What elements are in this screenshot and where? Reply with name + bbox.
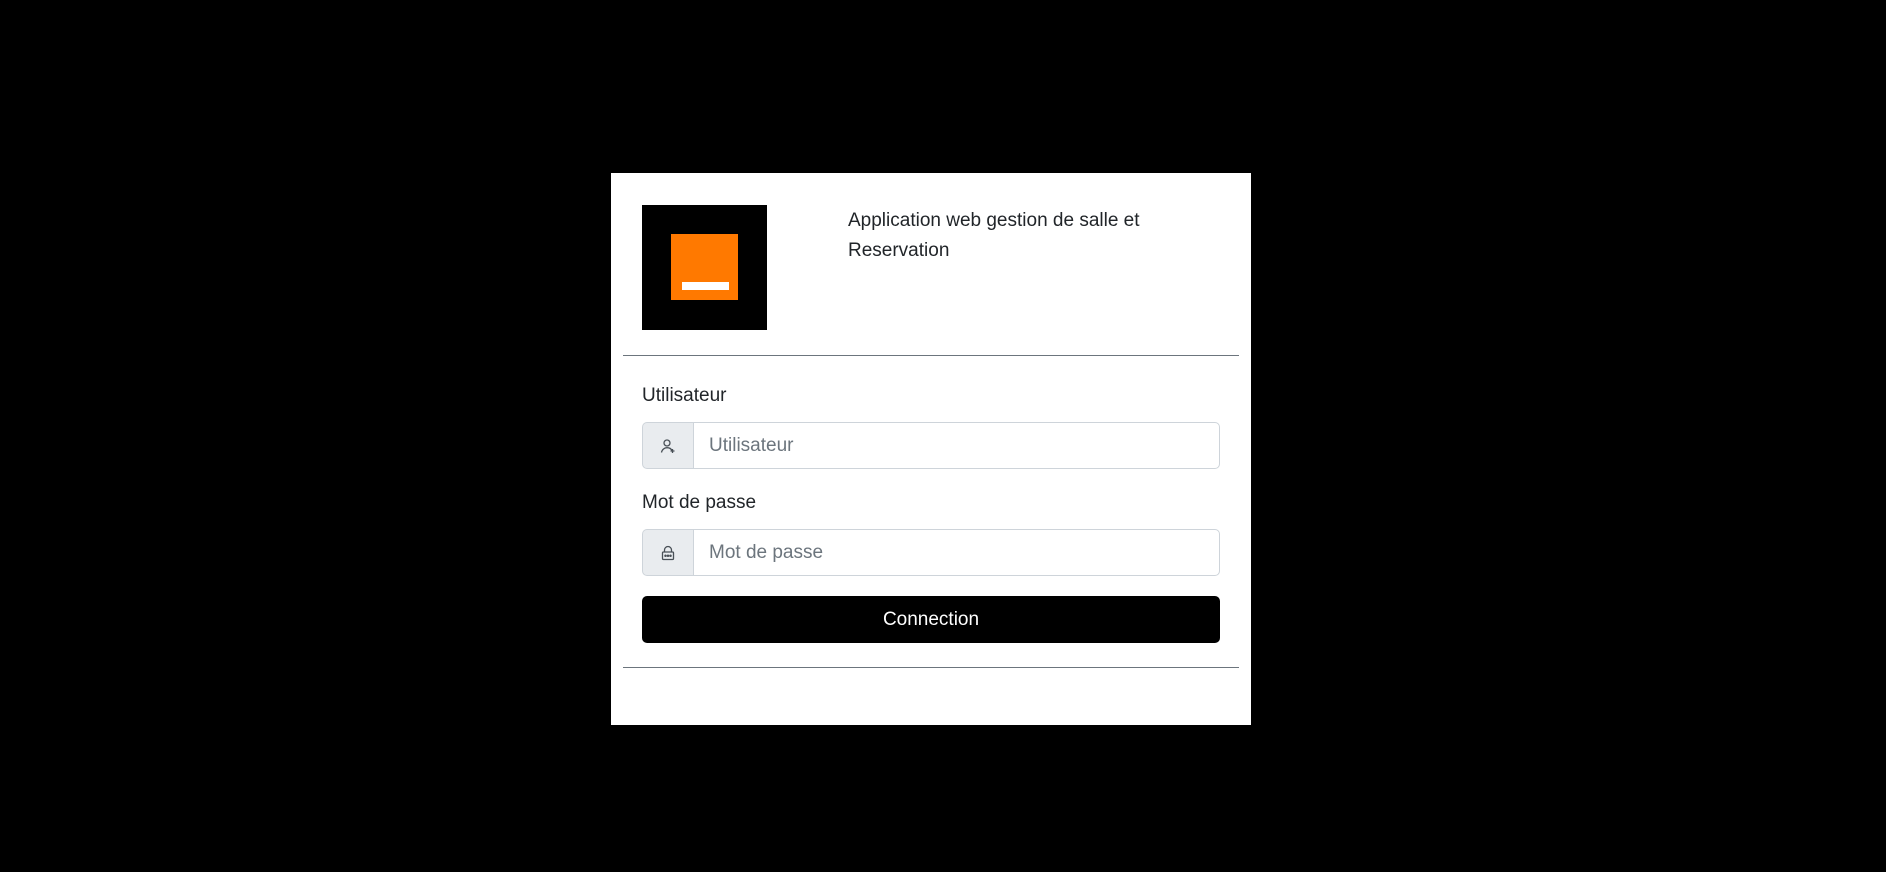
connection-button[interactable]: Connection xyxy=(642,596,1220,643)
login-card: Application web gestion de salle et Rese… xyxy=(611,173,1251,725)
password-input-group xyxy=(642,529,1220,576)
app-title: Application web gestion de salle et Rese… xyxy=(848,210,1140,261)
header-divider xyxy=(623,355,1239,356)
logo-square xyxy=(671,234,738,300)
password-label: Mot de passe xyxy=(642,492,757,513)
username-input-group xyxy=(642,422,1220,469)
logo-bar xyxy=(682,282,729,290)
lock-icon xyxy=(642,529,693,576)
username-input[interactable] xyxy=(693,422,1220,469)
card-header: Application web gestion de salle et Rese… xyxy=(611,173,1251,355)
user-icon xyxy=(642,422,693,469)
footer-divider xyxy=(623,667,1239,668)
brand-logo xyxy=(642,205,767,330)
username-label: Utilisateur xyxy=(642,385,727,406)
password-input[interactable] xyxy=(693,529,1220,576)
